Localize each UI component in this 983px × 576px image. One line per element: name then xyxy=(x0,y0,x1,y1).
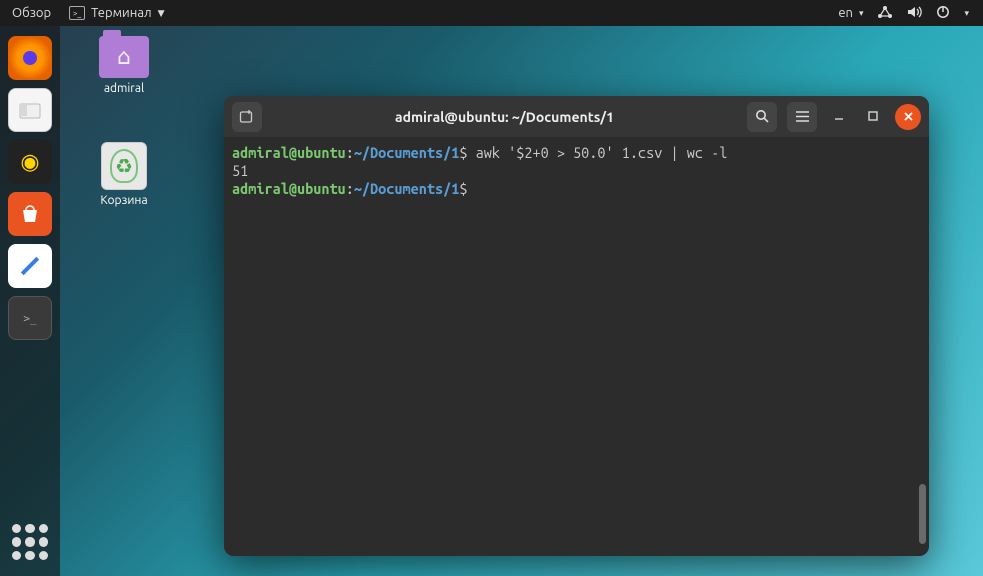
window-title: admiral@ubuntu: ~/Documents/1 xyxy=(270,109,739,125)
trash-icon xyxy=(101,142,147,190)
desktop-home-folder[interactable]: admiral xyxy=(84,36,164,95)
dock-files-icon[interactable] xyxy=(8,88,52,132)
window-titlebar[interactable]: admiral@ubuntu: ~/Documents/1 xyxy=(224,96,929,138)
new-tab-button[interactable] xyxy=(232,102,262,132)
close-button[interactable] xyxy=(895,104,921,130)
search-button[interactable] xyxy=(747,102,777,132)
dock-terminal-icon[interactable] xyxy=(8,296,52,340)
prompt-user: admiral@ubuntu xyxy=(232,144,346,161)
volume-icon[interactable] xyxy=(907,5,922,22)
minimize-button[interactable] xyxy=(827,109,851,125)
desktop-icon-label: admiral xyxy=(84,82,164,95)
top-bar: Обзор >_ Терминал ▼ en ▾ ▾ xyxy=(0,0,983,26)
desktop-icon-label: Корзина xyxy=(84,194,164,207)
activities-button[interactable]: Обзор xyxy=(12,6,51,20)
terminal-cursor xyxy=(468,180,476,197)
input-source-indicator[interactable]: en ▾ xyxy=(838,6,863,20)
dock: ◉ xyxy=(0,26,60,576)
terminal-small-icon: >_ xyxy=(69,6,85,20)
chevron-down-icon: ▾ xyxy=(859,8,864,19)
lang-label: en xyxy=(838,6,853,20)
dock-rhythmbox-icon[interactable]: ◉ xyxy=(8,140,52,184)
dock-text-editor-icon[interactable] xyxy=(8,244,52,288)
maximize-button[interactable] xyxy=(861,109,885,125)
app-menu-label: Терминал xyxy=(91,6,151,20)
desktop[interactable]: admiral Корзина admiral@ubuntu: ~/Docume… xyxy=(60,26,983,576)
show-applications-button[interactable] xyxy=(12,524,48,560)
prompt-user: admiral@ubuntu xyxy=(232,180,346,197)
prompt-path: ~/Documents/1 xyxy=(354,180,460,197)
terminal-line: admiral@ubuntu:~/Documents/1$ xyxy=(232,180,921,198)
activities-label: Обзор xyxy=(12,6,51,20)
power-icon[interactable] xyxy=(936,5,950,22)
hamburger-menu-button[interactable] xyxy=(787,102,817,132)
network-icon[interactable] xyxy=(877,5,893,22)
prompt-path: ~/Documents/1 xyxy=(354,144,460,161)
terminal-body[interactable]: admiral@ubuntu:~/Documents/1$ awk '$2+0 … xyxy=(224,138,929,556)
app-menu[interactable]: >_ Терминал ▼ xyxy=(69,6,164,20)
terminal-output: 51 xyxy=(232,162,921,180)
dock-firefox-icon[interactable] xyxy=(8,36,52,80)
scrollbar-thumb[interactable] xyxy=(919,484,926,544)
terminal-line: admiral@ubuntu:~/Documents/1$ awk '$2+0 … xyxy=(232,144,921,162)
dock-software-icon[interactable] xyxy=(8,192,52,236)
terminal-command: awk '$2+0 > 50.0' 1.csv | wc -l xyxy=(468,144,728,161)
folder-home-icon xyxy=(99,36,149,78)
terminal-window: admiral@ubuntu: ~/Documents/1 xyxy=(224,96,929,556)
chevron-down-icon: ▼ xyxy=(158,8,165,19)
chevron-down-icon[interactable]: ▾ xyxy=(964,8,969,19)
desktop-trash[interactable]: Корзина xyxy=(84,142,164,207)
